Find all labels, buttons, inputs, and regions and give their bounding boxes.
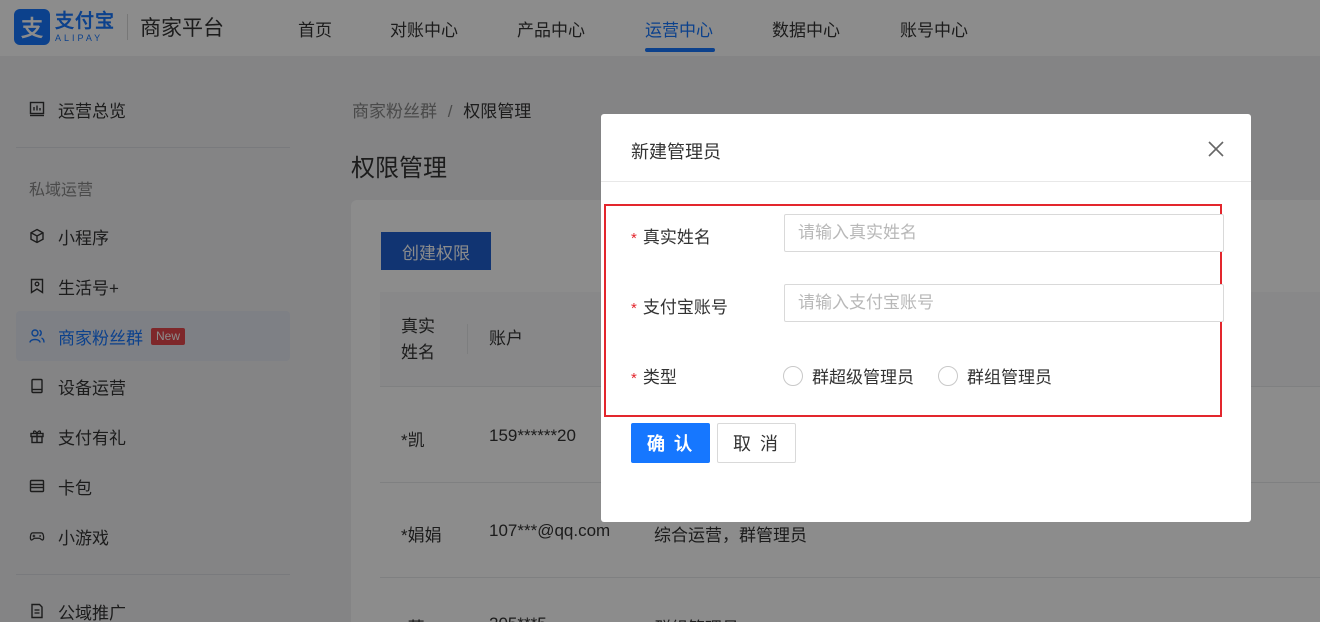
radio-label: 群组管理员	[967, 368, 1052, 387]
required-mark: *	[631, 230, 637, 247]
required-mark: *	[631, 370, 637, 387]
real-name-label: * 真实姓名	[631, 223, 711, 248]
radio-label: 群超级管理员	[812, 368, 914, 387]
close-icon[interactable]	[1205, 138, 1227, 160]
new-admin-dialog: 新建管理员 *真实姓名 *支付宝账号 *类型 群超级管理员 群组管理员 确 认 …	[601, 114, 1251, 522]
radio-circle[interactable]	[938, 365, 958, 386]
dialog-title: 新建管理员	[631, 142, 721, 162]
radio-group-admin[interactable]: 群组管理员	[938, 363, 1052, 388]
alipay-account-label: * 支付宝账号	[631, 293, 728, 318]
alipay-account-label-text: 支付宝账号	[642, 298, 728, 317]
required-mark: *	[631, 300, 637, 317]
real-name-input[interactable]	[784, 214, 1224, 252]
radio-super-admin[interactable]: 群超级管理员	[783, 363, 914, 388]
real-name-label-text: 真实姓名	[642, 228, 711, 247]
dialog-header: 新建管理员	[601, 114, 1251, 182]
type-label-text: 类型	[642, 368, 677, 387]
radio-circle[interactable]	[783, 365, 803, 386]
cancel-button[interactable]: 取 消	[717, 423, 796, 463]
alipay-account-input[interactable]	[784, 284, 1224, 322]
type-label: * 类型	[631, 363, 677, 388]
confirm-button[interactable]: 确 认	[631, 423, 710, 463]
